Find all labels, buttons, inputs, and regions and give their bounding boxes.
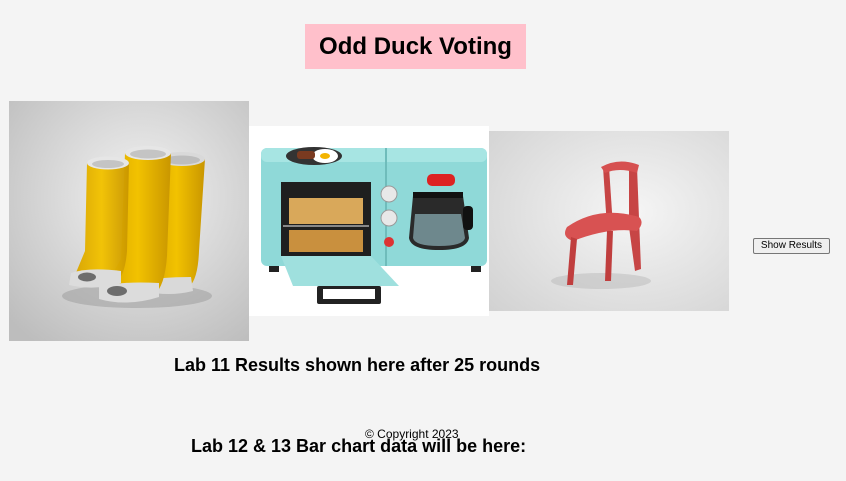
page-title: Odd Duck Voting — [305, 24, 526, 69]
chair-image[interactable] — [489, 131, 729, 311]
breakfast-illustration — [249, 126, 489, 316]
show-results-button[interactable]: Show Results — [753, 238, 830, 254]
boots-illustration — [9, 101, 249, 341]
lab11-results-heading: Lab 11 Results shown here after 25 round… — [174, 355, 541, 375]
chair-illustration — [489, 131, 729, 311]
lab12-13-chart-heading: Lab 12 & 13 Bar chart data will be here: — [191, 436, 527, 456]
boots-image[interactable] — [9, 101, 249, 341]
breakfast-image[interactable] — [249, 126, 489, 316]
copyright-footer: © Copyright 2023 — [365, 427, 459, 441]
voting-page: Odd Duck Voting Show Results Lab 11 Resu… — [0, 0, 846, 481]
